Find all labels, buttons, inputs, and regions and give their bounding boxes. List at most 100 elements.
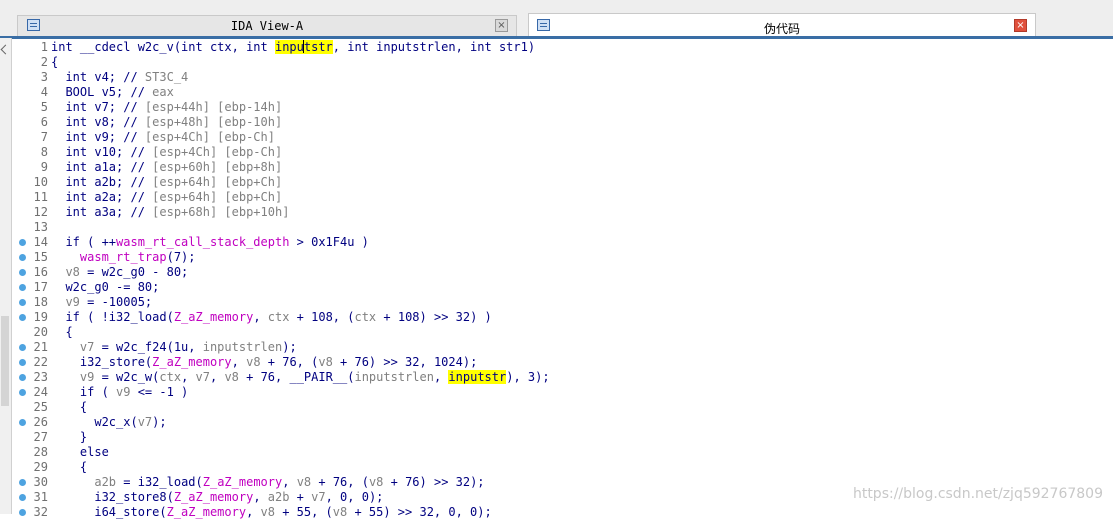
line-number: 28 — [33, 445, 48, 459]
code-token: wasm_rt_trap — [79, 250, 167, 264]
breakpoint-dot-icon[interactable] — [19, 389, 26, 396]
code-line[interactable]: 20 { — [12, 325, 1113, 340]
code-line[interactable]: 22 i32_store(Z_aZ_memory, v8 + 76, (v8 +… — [12, 355, 1113, 370]
breakpoint-dot-icon[interactable] — [19, 254, 26, 261]
code-line[interactable]: 16 v8 = w2c_g0 - 80; — [12, 265, 1113, 280]
code-token: <= -1 ) — [130, 385, 189, 399]
code-token: if ( !i32_load( — [51, 310, 174, 324]
highlighted-token: tstr — [303, 40, 333, 54]
code-text: int v8; // [esp+48h] [ebp-10h] — [51, 115, 282, 130]
code-line[interactable]: 6 int v8; // [esp+48h] [ebp-10h] — [12, 115, 1113, 130]
code-line[interactable]: 7 int v9; // [esp+4Ch] [ebp-Ch] — [12, 130, 1113, 145]
code-line[interactable]: 21 v7 = w2c_f24(1u, inputstrlen); — [12, 340, 1113, 355]
code-token: a2b — [267, 490, 290, 504]
line-number: 31 — [33, 490, 48, 504]
breakpoint-dot-icon[interactable] — [19, 344, 26, 351]
code-token: w2c_x( — [51, 415, 138, 429]
code-line[interactable]: 28 else — [12, 445, 1113, 460]
code-token: , — [253, 490, 268, 504]
breakpoint-dot-icon[interactable] — [19, 284, 26, 291]
code-token: v7 — [137, 415, 153, 429]
breakpoint-dot-icon[interactable] — [19, 419, 26, 426]
code-line[interactable]: 9 int a1a; // [esp+60h] [ebp+8h] — [12, 160, 1113, 175]
code-token: { — [51, 460, 88, 474]
line-number: 12 — [33, 205, 48, 219]
breakpoint-dot-icon[interactable] — [19, 269, 26, 276]
close-icon[interactable]: × — [1014, 19, 1027, 32]
code-line[interactable]: 14 if ( ++wasm_rt_call_stack_depth > 0x1… — [12, 235, 1113, 250]
code-token: inputstrlen — [202, 340, 283, 354]
breakpoint-dot-icon[interactable] — [19, 479, 26, 486]
line-number: 10 — [33, 175, 48, 189]
code-line[interactable]: 12 int a3a; // [esp+68h] [ebp+10h] — [12, 205, 1113, 220]
code-line[interactable]: 8 int v10; // [esp+4Ch] [ebp-Ch] — [12, 145, 1113, 160]
code-line[interactable]: 2{ — [12, 55, 1113, 70]
code-token: Z_aZ_memory — [173, 310, 254, 324]
code-line[interactable]: 19 if ( !i32_load(Z_aZ_memory, ctx + 108… — [12, 310, 1113, 325]
code-line[interactable]: 27 } — [12, 430, 1113, 445]
line-number: 19 — [33, 310, 48, 324]
pseudocode-editor[interactable]: 1 int __cdecl w2c_v(int ctx, int inputstr… — [12, 38, 1113, 519]
code-text: v9 = w2c_w(ctx, v7, v8 + 76, __PAIR__(in… — [51, 370, 550, 385]
breakpoint-dot-icon[interactable] — [19, 239, 26, 246]
code-token: [esp+68h] [ebp+10h] — [152, 205, 290, 219]
code-token: = i32_load( — [116, 475, 203, 489]
code-token: v7 — [79, 340, 95, 354]
tab-label: 伪代码 — [763, 22, 800, 36]
code-token: + — [289, 490, 312, 504]
tab-ida-view-a[interactable]: IDA View-A × — [17, 15, 517, 36]
code-line[interactable]: 32 i64_store(Z_aZ_memory, v8 + 55, (v8 +… — [12, 505, 1113, 520]
code-text: int __cdecl w2c_v(int ctx, int inputstr,… — [51, 40, 535, 55]
code-token: v8 — [224, 370, 239, 384]
close-icon[interactable]: × — [495, 19, 508, 32]
code-token: eax — [152, 85, 174, 99]
line-number: 1 — [40, 40, 48, 54]
code-line[interactable]: 11 int a2a; // [esp+64h] [ebp+Ch] — [12, 190, 1113, 205]
tab-pseudocode[interactable]: 伪代码 × — [528, 13, 1036, 37]
navigation-gutter[interactable] — [0, 38, 12, 514]
code-line[interactable]: 13 — [12, 220, 1113, 235]
line-number: 6 — [40, 115, 48, 129]
breakpoint-dot-icon[interactable] — [19, 509, 26, 516]
line-number: 5 — [40, 100, 48, 114]
code-token: int a3a; // — [51, 205, 153, 219]
code-line[interactable]: 15 wasm_rt_trap(7); — [12, 250, 1113, 265]
code-token: ctx — [159, 370, 182, 384]
line-number: 26 — [33, 415, 48, 429]
code-line[interactable]: 24 if ( v9 <= -1 ) — [12, 385, 1113, 400]
code-line[interactable]: 18 v9 = -10005; — [12, 295, 1113, 310]
code-token: a2b — [94, 475, 117, 489]
code-text: v7 = w2c_f24(1u, inputstrlen); — [51, 340, 297, 355]
code-line[interactable]: 17 w2c_g0 -= 80; — [12, 280, 1113, 295]
code-text: int a2b; // [esp+64h] [ebp+Ch] — [51, 175, 282, 190]
code-line[interactable]: 25 { — [12, 400, 1113, 415]
code-line[interactable]: 26 w2c_x(v7); — [12, 415, 1113, 430]
code-line[interactable]: 29 { — [12, 460, 1113, 475]
code-line[interactable]: 3 int v4; // ST3C_4 — [12, 70, 1113, 85]
breakpoint-dot-icon[interactable] — [19, 359, 26, 366]
code-token: v9 — [79, 370, 95, 384]
code-token: v8 — [332, 505, 348, 519]
code-line[interactable]: 10 int a2b; // [esp+64h] [ebp+Ch] — [12, 175, 1113, 190]
breakpoint-dot-icon[interactable] — [19, 494, 26, 501]
code-token: Z_aZ_memory — [166, 505, 247, 519]
code-line[interactable]: 1 int __cdecl w2c_v(int ctx, int inputstr… — [12, 40, 1113, 55]
breakpoint-dot-icon[interactable] — [19, 314, 26, 321]
code-token: v7 — [311, 490, 326, 504]
chevron-left-icon — [0, 44, 11, 55]
code-token: = -10005; — [79, 295, 153, 309]
code-line[interactable]: 4 BOOL v5; // eax — [12, 85, 1113, 100]
scroll-thumb[interactable] — [1, 316, 9, 406]
code-token: Z_aZ_memory — [202, 475, 283, 489]
breakpoint-dot-icon[interactable] — [19, 374, 26, 381]
line-number: 22 — [33, 355, 48, 369]
breakpoint-dot-icon[interactable] — [19, 299, 26, 306]
code-line[interactable]: 23 v9 = w2c_w(ctx, v7, v8 + 76, __PAIR__… — [12, 370, 1113, 385]
code-text: int a2a; // [esp+64h] [ebp+Ch] — [51, 190, 282, 205]
code-line[interactable]: 5 int v7; // [esp+44h] [ebp-14h] — [12, 100, 1113, 115]
